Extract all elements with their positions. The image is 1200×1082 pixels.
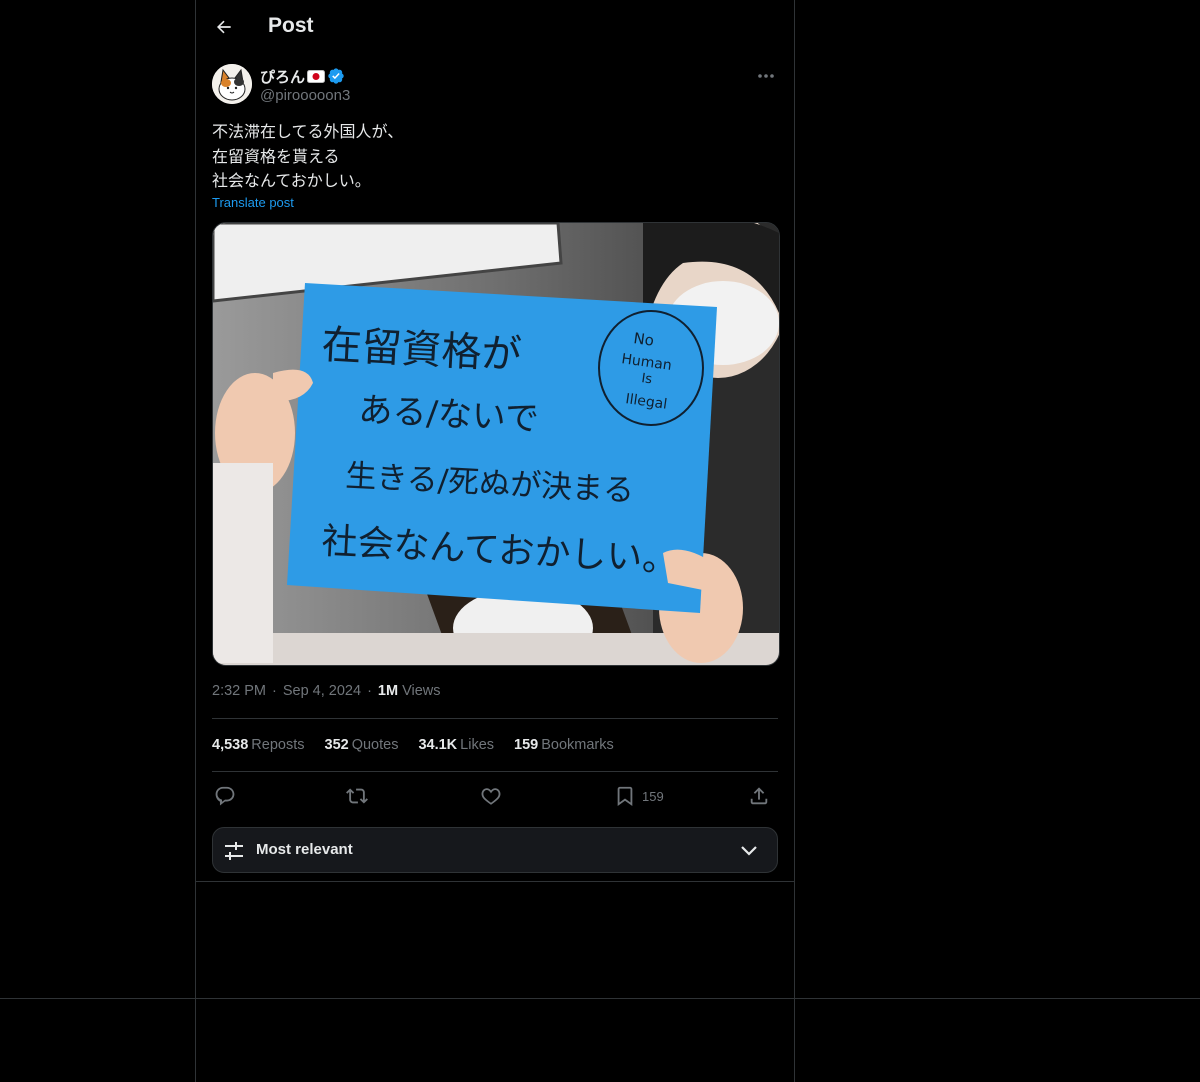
quotes-stat[interactable]: 352 Quotes: [325, 737, 399, 753]
post-meta: 2:32 PM · Sep 4, 2024 · 1M Views: [212, 683, 441, 699]
primary-column: Post ぴろん @pirooooon3 不法滞在してる外国人が、 在留資格を貰…: [195, 0, 795, 1082]
protest-sign-photo: 在留資格が ある/ないで 生きる/死ぬが決まる 社会なんておかしい。 No Hu…: [213, 223, 779, 665]
divider: [212, 718, 778, 719]
post-time[interactable]: 2:32 PM: [212, 683, 266, 699]
views-count: 1M: [377, 683, 399, 699]
reply-sort-dropdown[interactable]: Most relevant: [212, 827, 778, 873]
sliders-icon: [225, 842, 243, 860]
post-date[interactable]: Sep 4, 2024: [283, 683, 361, 699]
likes-count: 34.1K: [418, 737, 458, 753]
translate-post-link[interactable]: Translate post: [212, 195, 294, 210]
like-button[interactable]: [480, 782, 502, 810]
heart-icon: [481, 788, 501, 805]
page-header: Post: [196, 0, 794, 54]
display-name-row: ぴろん: [260, 66, 345, 86]
bookmark-button[interactable]: 159: [614, 782, 664, 810]
repost-button[interactable]: [346, 782, 368, 810]
bookmarks-stat[interactable]: 159 Bookmarks: [514, 737, 614, 753]
page-title: Post: [268, 14, 314, 37]
arrow-left-icon: [217, 20, 231, 34]
display-name[interactable]: ぴろん: [260, 66, 305, 87]
back-button[interactable]: [210, 13, 238, 41]
share-button[interactable]: [748, 782, 770, 810]
bottom-divider: [0, 998, 1200, 999]
author-handle[interactable]: @pirooooon3: [260, 87, 350, 104]
engagement-stats: 4,538 Reposts 352 Quotes 34.1K Likes 159 Boo…: [212, 737, 614, 753]
reposts-stat[interactable]: 4,538 Reposts: [212, 737, 305, 753]
quotes-label: Quotes: [351, 737, 399, 753]
bookmarks-label: Bookmarks: [541, 737, 614, 753]
avatar[interactable]: [212, 64, 252, 104]
reply-icon: [215, 786, 235, 806]
ellipsis-icon: [758, 74, 774, 78]
views-label: Views: [402, 683, 441, 699]
reposts-label: Reposts: [251, 737, 305, 753]
badge-line-1: No: [632, 329, 655, 350]
post-media-image[interactable]: 在留資格が ある/ないで 生きる/死ぬが決まる 社会なんておかしい。 No Hu…: [212, 222, 780, 666]
more-button[interactable]: [754, 66, 778, 86]
japan-flag-icon: [307, 69, 326, 83]
calico-cat-avatar-image: [212, 64, 252, 104]
reply-button[interactable]: [214, 782, 236, 810]
post-text: 不法滞在してる外国人が、 在留資格を貰える 社会なんておかしい。: [212, 122, 404, 190]
meta-separator: ·: [367, 683, 372, 699]
bookmark-icon: [617, 786, 633, 807]
verified-badge-icon: [328, 68, 344, 84]
divider: [212, 771, 778, 772]
bookmark-count: 159: [642, 788, 664, 804]
repost-icon: [346, 788, 368, 804]
share-icon: [750, 787, 768, 805]
reposts-count: 4,538: [212, 737, 249, 753]
sort-label: Most relevant: [256, 841, 353, 858]
meta-separator: ·: [272, 683, 277, 699]
post-author: ぴろん @pirooooon3: [212, 64, 778, 108]
chevron-down-icon: [741, 846, 757, 856]
likes-stat[interactable]: 34.1K Likes: [418, 737, 494, 753]
quotes-count: 352: [324, 737, 349, 753]
action-bar: 159: [212, 782, 778, 810]
bookmarks-count: 159: [514, 737, 539, 753]
divider: [196, 881, 794, 882]
likes-label: Likes: [460, 737, 495, 753]
